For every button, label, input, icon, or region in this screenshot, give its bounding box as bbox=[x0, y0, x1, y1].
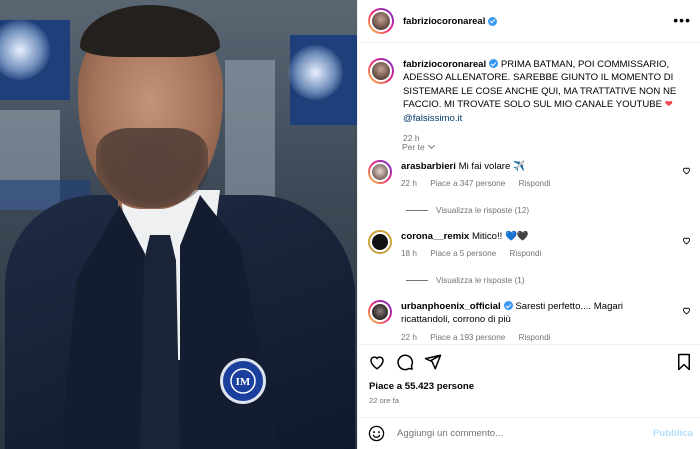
background-light bbox=[288, 45, 343, 100]
emoji-icon[interactable] bbox=[368, 425, 385, 442]
comment-item: urbanphoenix_official Saresti perfetto..… bbox=[368, 300, 693, 344]
comment-likes[interactable]: Piace a 193 persone bbox=[430, 333, 505, 342]
red-heart-emoji-icon: ❤ bbox=[664, 99, 673, 111]
comment-meta: 18 h Piace a 5 persone Rispondi bbox=[401, 247, 671, 260]
comment-body: arasbarbieri Mi fai volare ✈️ 22 h Piace… bbox=[401, 160, 671, 191]
add-comment-bar: Pubblica bbox=[358, 417, 700, 449]
more-icon[interactable]: ••• bbox=[673, 13, 691, 27]
comment-time: 22 h bbox=[401, 179, 417, 189]
heart-icon[interactable] bbox=[682, 236, 691, 245]
post-caption: fabriziocoronareal PRIMA BATMAN, POI COM… bbox=[368, 58, 693, 145]
comment-meta: 22 h Piace a 347 persone Rispondi bbox=[401, 177, 671, 190]
replies-divider bbox=[406, 280, 428, 281]
heart-icon[interactable] bbox=[682, 166, 691, 175]
verified-badge-icon bbox=[503, 301, 513, 310]
author-avatar[interactable] bbox=[368, 8, 394, 34]
view-replies-button[interactable]: Visualizza le risposte (12) bbox=[406, 206, 529, 215]
comment-meta: 22 h Piace a 193 persone Rispondi bbox=[401, 331, 671, 344]
verified-badge-icon bbox=[489, 59, 499, 68]
comment-icon[interactable] bbox=[396, 353, 414, 371]
action-bar bbox=[358, 344, 700, 378]
comment-input[interactable] bbox=[397, 428, 627, 439]
post-date: 22 ore fa bbox=[369, 396, 399, 405]
comment-text: Mi fai volare ✈️ bbox=[458, 161, 525, 172]
inter-crest-logo: IM bbox=[220, 358, 266, 404]
comment-username[interactable]: corona__remix bbox=[401, 231, 469, 242]
post-image[interactable]: IM bbox=[0, 0, 357, 449]
caption-time: 22 h bbox=[403, 133, 420, 144]
caption-body: fabriziocoronareal PRIMA BATMAN, POI COM… bbox=[403, 58, 693, 145]
hair bbox=[80, 5, 220, 57]
comments-section[interactable]: fabriziocoronareal PRIMA BATMAN, POI COM… bbox=[358, 44, 700, 344]
comment-time: 18 h bbox=[401, 249, 417, 259]
commenter-avatar[interactable] bbox=[368, 300, 392, 324]
chevron-down-icon bbox=[427, 141, 435, 150]
bookmark-icon[interactable] bbox=[676, 353, 692, 371]
reply-button[interactable]: Rispondi bbox=[519, 179, 551, 188]
caption-mention-link[interactable]: @falsissimo.it bbox=[403, 113, 462, 124]
comment-likes[interactable]: Piace a 347 persone bbox=[430, 179, 505, 188]
comment-item: corona__remix Mitico!! 💙🖤 18 h Piace a 5… bbox=[368, 230, 693, 261]
commenter-avatar[interactable] bbox=[368, 160, 392, 184]
svg-text:IM: IM bbox=[236, 376, 251, 388]
verified-badge-icon bbox=[488, 16, 498, 26]
translation-toggle[interactable]: Per te bbox=[402, 141, 435, 152]
reply-button[interactable]: Rispondi bbox=[519, 333, 551, 342]
comment-body: corona__remix Mitico!! 💙🖤 18 h Piace a 5… bbox=[401, 230, 671, 261]
author-username[interactable]: fabriziocoronareal bbox=[403, 16, 485, 27]
heart-icon[interactable] bbox=[368, 353, 386, 371]
translate-label: Per te bbox=[402, 142, 425, 152]
caption-avatar[interactable] bbox=[368, 58, 394, 84]
comment-username[interactable]: arasbarbieri bbox=[401, 161, 456, 172]
comment-item: arasbarbieri Mi fai volare ✈️ 22 h Piace… bbox=[368, 160, 693, 191]
share-icon[interactable] bbox=[424, 353, 442, 371]
comment-likes[interactable]: Piace a 5 persone bbox=[430, 249, 496, 258]
heart-icon[interactable] bbox=[682, 306, 691, 315]
comment-text: Mitico!! 💙🖤 bbox=[471, 231, 529, 242]
post-likes-count[interactable]: Piace a 55.423 persone bbox=[369, 381, 474, 392]
publish-button[interactable]: Pubblica bbox=[653, 428, 693, 439]
view-replies-button[interactable]: Visualizza le risposte (1) bbox=[406, 276, 525, 285]
reply-button[interactable]: Rispondi bbox=[510, 249, 542, 258]
comment-body: urbanphoenix_official Saresti perfetto..… bbox=[401, 300, 671, 344]
beard bbox=[96, 128, 208, 208]
necktie bbox=[140, 235, 180, 449]
comment-username[interactable]: urbanphoenix_official bbox=[401, 301, 501, 312]
post-side-panel: fabriziocoronareal ••• fabriziocoronarea… bbox=[357, 0, 700, 449]
view-replies-label: Visualizza le risposte (1) bbox=[436, 276, 525, 285]
comment-time: 22 h bbox=[401, 332, 417, 342]
caption-username[interactable]: fabriziocoronareal bbox=[403, 59, 486, 70]
commenter-avatar[interactable] bbox=[368, 230, 392, 254]
post-header: fabriziocoronareal ••• bbox=[358, 0, 700, 43]
view-replies-label: Visualizza le risposte (12) bbox=[436, 206, 530, 215]
background-window bbox=[225, 60, 275, 200]
replies-divider bbox=[406, 210, 428, 211]
